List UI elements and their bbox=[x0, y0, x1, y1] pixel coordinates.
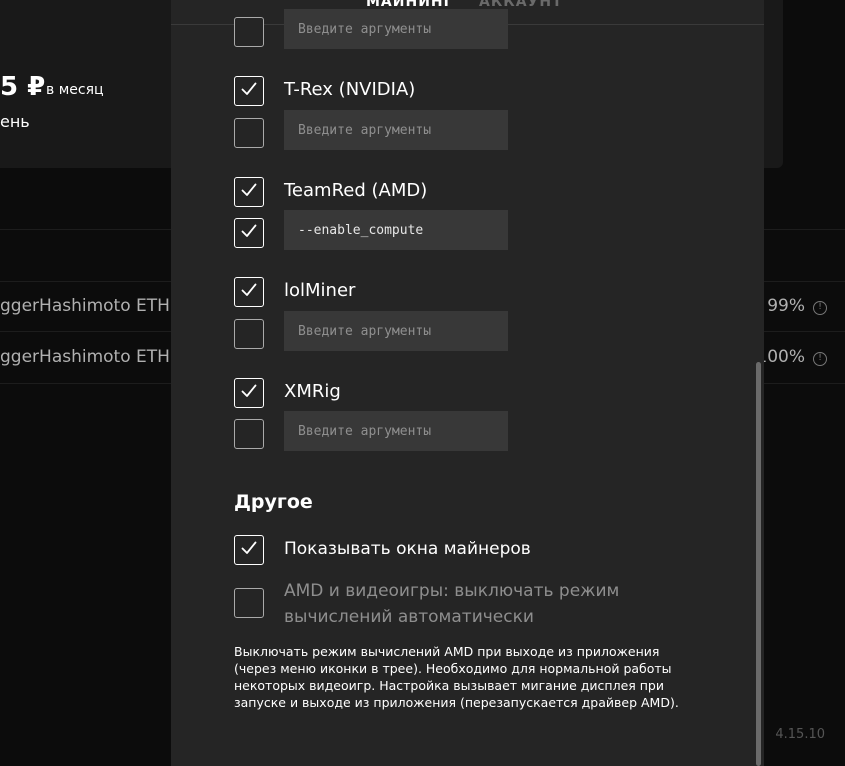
scrollbar-thumb[interactable] bbox=[756, 362, 761, 766]
args-checkbox[interactable] bbox=[234, 319, 264, 349]
args-input[interactable] bbox=[284, 210, 508, 250]
miner-enable-checkbox[interactable] bbox=[234, 277, 264, 307]
checkmark-icon bbox=[241, 541, 257, 554]
algo-name: ggerHashimoto ETH bbox=[0, 347, 170, 367]
args-input[interactable] bbox=[284, 411, 508, 451]
args-checkbox[interactable] bbox=[234, 17, 264, 47]
checkmark-icon bbox=[241, 384, 257, 397]
miner-enable-checkbox[interactable] bbox=[234, 378, 264, 408]
checkmark-icon bbox=[241, 224, 257, 237]
args-checkbox[interactable] bbox=[234, 118, 264, 148]
miner-name: T-Rex (NVIDIA) bbox=[284, 79, 416, 100]
amd-games-checkbox[interactable] bbox=[234, 588, 264, 618]
miner-name: XMRig bbox=[284, 381, 341, 402]
miner-enable-checkbox[interactable] bbox=[234, 177, 264, 207]
amd-games-label: AMD и видеоигры: выключать режим вычисле… bbox=[284, 581, 620, 627]
price-value: 5 ₽ bbox=[0, 72, 46, 102]
miner-name: lolMiner bbox=[284, 280, 356, 301]
algo-name: ggerHashimoto ETH bbox=[0, 296, 170, 316]
price-period: в месяц bbox=[46, 82, 104, 98]
info-icon[interactable]: ! bbox=[813, 301, 827, 315]
args-input[interactable] bbox=[284, 110, 508, 150]
args-checkbox[interactable] bbox=[234, 419, 264, 449]
miner-name: TeamRed (AMD) bbox=[284, 180, 428, 201]
settings-modal: МАЙНИНГ АККАУНТ T-Rex (NVIDIA) TeamRed (… bbox=[171, 0, 764, 766]
args-input[interactable] bbox=[284, 9, 508, 49]
algo-percent: 99% bbox=[767, 296, 805, 316]
args-input[interactable] bbox=[284, 311, 508, 351]
amd-games-description: Выключать режим вычислений AMD при выход… bbox=[234, 644, 679, 710]
miner-enable-checkbox[interactable] bbox=[234, 76, 264, 106]
section-title-other: Другое bbox=[234, 491, 313, 513]
checkmark-icon bbox=[241, 283, 257, 296]
show-miner-windows-checkbox[interactable] bbox=[234, 535, 264, 565]
args-checkbox[interactable] bbox=[234, 218, 264, 248]
info-icon[interactable]: ! bbox=[813, 352, 827, 366]
app-version: 4.15.10 bbox=[775, 727, 825, 742]
checkmark-icon bbox=[241, 183, 257, 196]
show-miner-windows-label: Показывать окна майнеров bbox=[284, 539, 531, 559]
price-day-label: ень bbox=[0, 112, 30, 131]
checkmark-icon bbox=[241, 82, 257, 95]
